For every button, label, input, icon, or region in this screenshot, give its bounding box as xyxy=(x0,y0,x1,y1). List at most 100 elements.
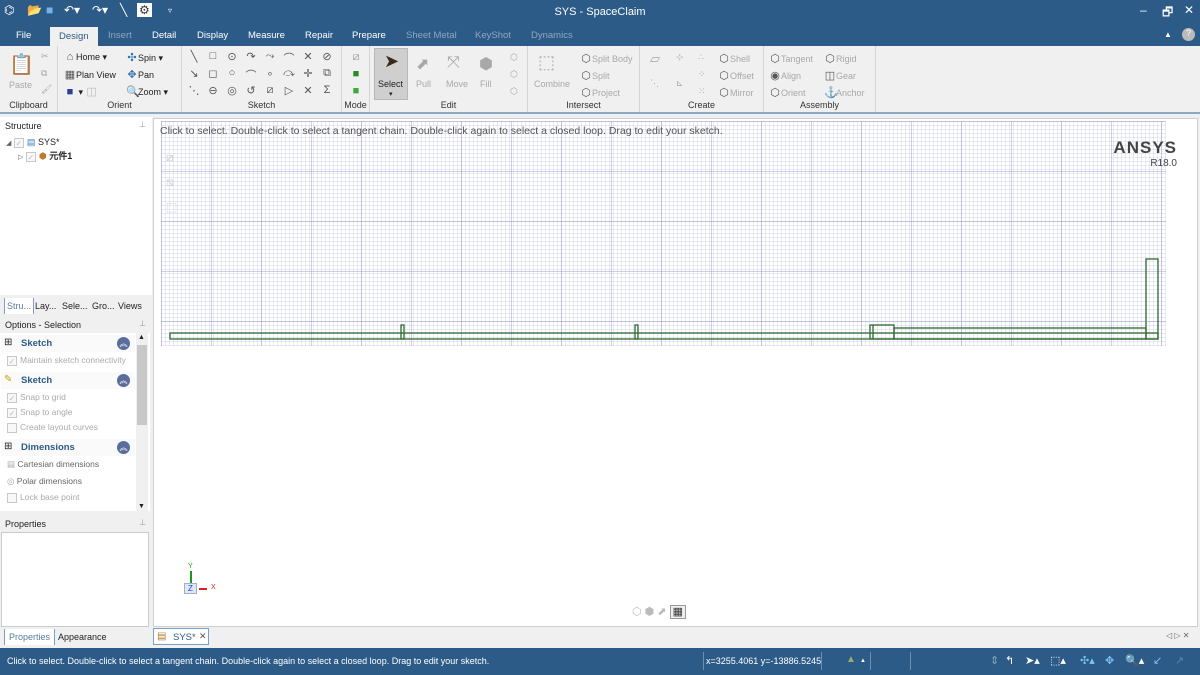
mirror-button[interactable]: ⬡Mirror xyxy=(718,86,753,99)
next-view-icon[interactable]: ↗ xyxy=(1175,654,1184,667)
tab-groups[interactable]: Gro... xyxy=(92,301,115,311)
spin-button[interactable]: ✣Spin ▾ xyxy=(126,51,163,64)
sketch-tool-icon[interactable]: ◎ xyxy=(225,84,239,97)
design-viewport[interactable]: Click to select. Double-click to select … xyxy=(153,118,1198,627)
tree-item-component[interactable]: ▷ ✓ ⬢ 元件1 xyxy=(18,149,72,162)
section-sketch-2[interactable]: ✎ Sketch ︽ xyxy=(1,372,135,389)
cut-icon[interactable]: ✂ xyxy=(41,51,49,62)
option-snap-grid[interactable]: ✓ Snap to grid xyxy=(7,392,66,403)
select-button[interactable]: ➤ Select ▾ xyxy=(374,48,408,100)
select-cursor-icon[interactable]: ➤▴ xyxy=(1025,654,1040,667)
previous-view-icon[interactable]: ↙ xyxy=(1153,654,1162,667)
tall-post[interactable] xyxy=(1145,258,1159,340)
option-layout-curves[interactable]: Create layout curves xyxy=(7,422,98,433)
dropdown-icon[interactable]: ▲ xyxy=(860,658,866,664)
checkbox[interactable]: ✓ xyxy=(7,355,17,366)
collapse-icon[interactable]: ︽ xyxy=(117,441,130,454)
checkbox[interactable] xyxy=(7,422,17,433)
tab-scroll-icons[interactable]: ◁ ▷ ✕ xyxy=(1166,631,1189,640)
restore-button[interactable]: 🗗 xyxy=(1162,3,1173,24)
point-icon[interactable]: ⊹ xyxy=(676,52,684,63)
pan-button[interactable]: ✥Pan xyxy=(126,68,154,81)
sketch-tool-icon[interactable]: ⧉ xyxy=(320,67,334,80)
tab-design[interactable]: Design xyxy=(50,27,98,46)
section-sketch[interactable]: ⊞ Sketch ︽ xyxy=(1,335,135,352)
tab-insert[interactable]: Insert xyxy=(108,30,132,41)
copy-icon[interactable]: ⧉ xyxy=(41,68,47,79)
post-2[interactable] xyxy=(634,324,639,340)
sketch-tool-icon[interactable]: ⊙ xyxy=(225,50,239,63)
grid-pattern-icon[interactable]: ⁙ xyxy=(698,86,706,97)
tab-display[interactable]: Display xyxy=(197,30,228,41)
origin-icon[interactable]: ⊾ xyxy=(676,78,684,89)
tab-repair[interactable]: Repair xyxy=(305,30,333,41)
shell-button[interactable]: ⬡Shell xyxy=(718,52,750,65)
collapse-icon[interactable]: ︽ xyxy=(117,374,130,387)
sketch-tool-icon[interactable]: ╲ xyxy=(187,50,201,63)
base-bar[interactable] xyxy=(169,332,1159,340)
minimize-button[interactable]: – xyxy=(1140,3,1147,17)
filter-icon[interactable]: ⬢ xyxy=(645,606,655,618)
paste-button[interactable]: Paste xyxy=(9,80,32,90)
close-tab-icon[interactable]: ✕ xyxy=(199,631,207,642)
tab-selection[interactable]: Sele... xyxy=(62,301,88,311)
expand-icon[interactable]: ▷ xyxy=(18,154,23,161)
tab-appearance[interactable]: Appearance xyxy=(58,632,107,642)
expand-icon[interactable]: ◢ xyxy=(6,140,11,147)
tab-measure[interactable]: Measure xyxy=(248,30,285,41)
plan-view-button[interactable]: ▦Plan View xyxy=(64,68,116,81)
tree-root[interactable]: ◢ ✓ ▤ SYS* xyxy=(6,137,59,148)
sketch-tool-icon[interactable]: ⤼ xyxy=(282,67,296,80)
sketch-tool-icon[interactable]: ⤳ xyxy=(263,50,277,63)
sketch-tool-icon[interactable]: ⌒ xyxy=(244,67,258,83)
align-button[interactable]: ◉Align xyxy=(769,69,801,82)
sketch-tool-icon[interactable]: ⊖ xyxy=(206,84,220,97)
section-dimensions[interactable]: ⊞ Dimensions ︽ xyxy=(1,439,135,456)
plane-icon[interactable]: ▱ xyxy=(650,51,660,67)
option-cartesian[interactable]: ▤ Cartesian dimensions xyxy=(7,459,99,470)
pin-icon[interactable]: ⊥ xyxy=(139,518,146,527)
rigid-button[interactable]: ⬡Rigid xyxy=(824,52,856,65)
tab-detail[interactable]: Detail xyxy=(152,30,176,41)
option-lock-base[interactable]: Lock base point xyxy=(7,492,80,503)
move-button[interactable]: Move xyxy=(446,79,468,89)
section-mode-icon[interactable]: ■ xyxy=(349,68,363,80)
sketch-tool-icon[interactable]: ⌒ xyxy=(282,50,296,66)
sketch-mode-icon[interactable]: ⧄ xyxy=(349,51,363,64)
pin-icon[interactable]: ⊥ xyxy=(139,319,146,328)
sketch-tool-icon[interactable]: ↷ xyxy=(244,50,258,63)
scrollbar-thumb[interactable] xyxy=(137,345,147,425)
sketch-tool-icon[interactable]: ∘ xyxy=(263,67,277,80)
gear-button[interactable]: ◫Gear xyxy=(824,69,856,82)
option-maintain-connectivity[interactable]: ✓ Maintain sketch connectivity xyxy=(7,355,126,366)
sketch-tool-icon[interactable]: ↘ xyxy=(187,67,201,80)
sketch-tool-icon[interactable]: ○ xyxy=(225,67,239,79)
sketch-tool-icon[interactable]: ⊘ xyxy=(320,50,334,63)
option-polar[interactable]: ◎ Polar dimensions xyxy=(7,476,82,487)
anchor-button[interactable]: ⚓Anchor xyxy=(824,86,865,99)
tab-dynamics[interactable]: Dynamics xyxy=(531,30,573,41)
filter-icon[interactable]: ⬈ xyxy=(657,606,666,618)
sketch-tool-icon[interactable]: ✕ xyxy=(301,50,315,63)
combine-button[interactable]: Combine xyxy=(534,79,570,89)
filter-icon[interactable]: ⬡ xyxy=(632,606,642,618)
sketch-tool-icon[interactable]: ◻ xyxy=(206,67,220,80)
close-button[interactable]: ✕ xyxy=(1184,3,1194,17)
zoom-icon[interactable]: 🔍▴ xyxy=(1125,654,1144,667)
home-button[interactable]: ⌂ Home ▾ xyxy=(64,51,107,63)
option-snap-angle[interactable]: ✓ Snap to angle xyxy=(7,407,72,418)
split-body-button[interactable]: ⬡Split Body xyxy=(580,52,632,65)
split-button[interactable]: ⬡Split xyxy=(580,69,609,82)
3d-mode-icon[interactable]: ■ xyxy=(349,85,363,97)
collapse-ribbon-icon[interactable]: ▲ xyxy=(1164,30,1172,39)
pull-button[interactable]: Pull xyxy=(416,79,431,89)
sketch-tool-icon[interactable]: ▷ xyxy=(282,84,296,97)
fill-button[interactable]: Fill xyxy=(480,79,492,89)
pin-icon[interactable]: ⊥ xyxy=(139,120,146,129)
tangent-button[interactable]: ⬡Tangent xyxy=(769,52,813,65)
updown-icon[interactable]: ⇕ xyxy=(990,654,999,667)
visibility-checkbox[interactable]: ✓ xyxy=(13,137,24,148)
sketch-tool-icon[interactable]: □ xyxy=(206,50,220,62)
help-icon[interactable]: ? xyxy=(1182,28,1195,41)
checkbox[interactable]: ✓ xyxy=(7,407,17,418)
